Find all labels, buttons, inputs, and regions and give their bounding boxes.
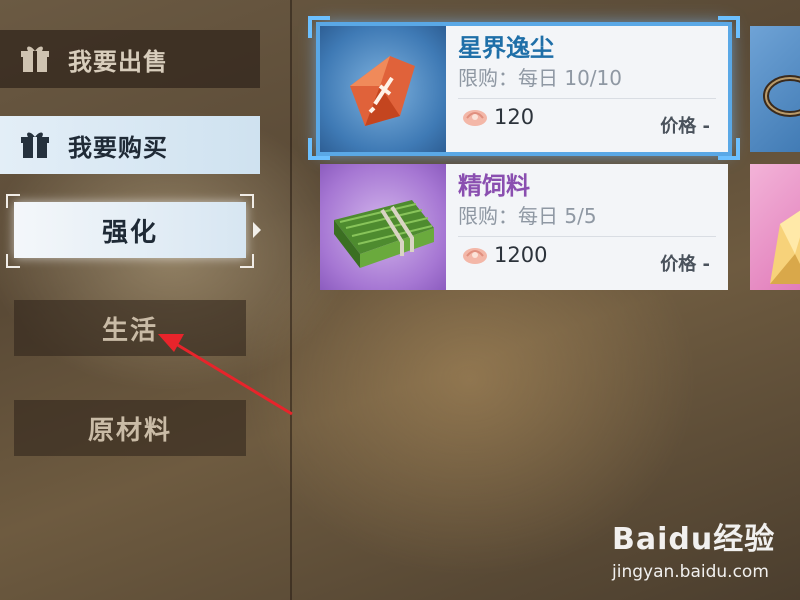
crystal-shard-icon: [350, 56, 415, 126]
category-label: 原材料: [87, 415, 172, 446]
category-materials[interactable]: 原材料: [14, 400, 246, 456]
category-label: 强化: [101, 217, 158, 248]
item-name: 精饲料: [458, 172, 530, 200]
divider: [458, 98, 716, 99]
item-card[interactable]: 星界逸尘 限购：每日 10/10 120 价格 -: [320, 26, 728, 152]
selection-corner: [240, 194, 254, 208]
gift-icon: [20, 44, 50, 74]
item-card[interactable]: 精饲料 限购：每日 5/5 1200 价格 -: [320, 164, 728, 290]
selection-corner: [240, 254, 254, 268]
item-name: 星界逸尘: [458, 34, 554, 62]
ring-item-icon: [763, 75, 800, 117]
category-label: 生活: [101, 315, 158, 346]
crystal-item-icon: [770, 210, 800, 284]
baidu-watermark: Baidu经验 jingyan.baidu.com: [612, 514, 775, 582]
item-card-partial[interactable]: [750, 164, 800, 290]
sell-tab[interactable]: 我要出售: [0, 30, 260, 88]
selected-pointer-icon: [253, 222, 261, 238]
divider: [458, 236, 716, 237]
item-thumbnail: [320, 164, 446, 290]
purchase-limit: 限购：每日 5/5: [458, 204, 597, 228]
shell-currency-icon: [463, 248, 487, 264]
selection-corner: [6, 194, 20, 208]
panel-divider: [290, 0, 292, 600]
selection-frame-corner: [308, 16, 330, 38]
selection-corner: [6, 254, 20, 268]
selection-frame-corner: [718, 16, 740, 38]
category-life[interactable]: 生活: [14, 300, 246, 356]
item-price: 120: [494, 105, 535, 129]
buy-tab-label: 我要购买: [68, 133, 168, 162]
watermark-logo: Baidu经验: [612, 522, 776, 557]
price-sort-label: 价格 -: [660, 116, 710, 137]
buy-tab[interactable]: 我要购买: [0, 116, 260, 174]
item-card-partial[interactable]: [750, 26, 800, 152]
selection-frame-corner: [718, 138, 740, 160]
purchase-limit: 限购：每日 10/10: [458, 66, 622, 90]
sell-tab-label: 我要出售: [68, 47, 168, 76]
hay-bundle-icon: [334, 200, 434, 268]
item-price: 1200: [494, 243, 548, 267]
watermark-url: jingyan.baidu.com: [612, 562, 769, 582]
gift-icon: [20, 130, 50, 160]
shell-currency-icon: [463, 110, 487, 126]
item-thumbnail: [320, 26, 446, 152]
selection-frame-corner: [308, 138, 330, 160]
price-sort-label: 价格 -: [660, 254, 710, 275]
category-enhance[interactable]: 强化: [14, 202, 246, 258]
